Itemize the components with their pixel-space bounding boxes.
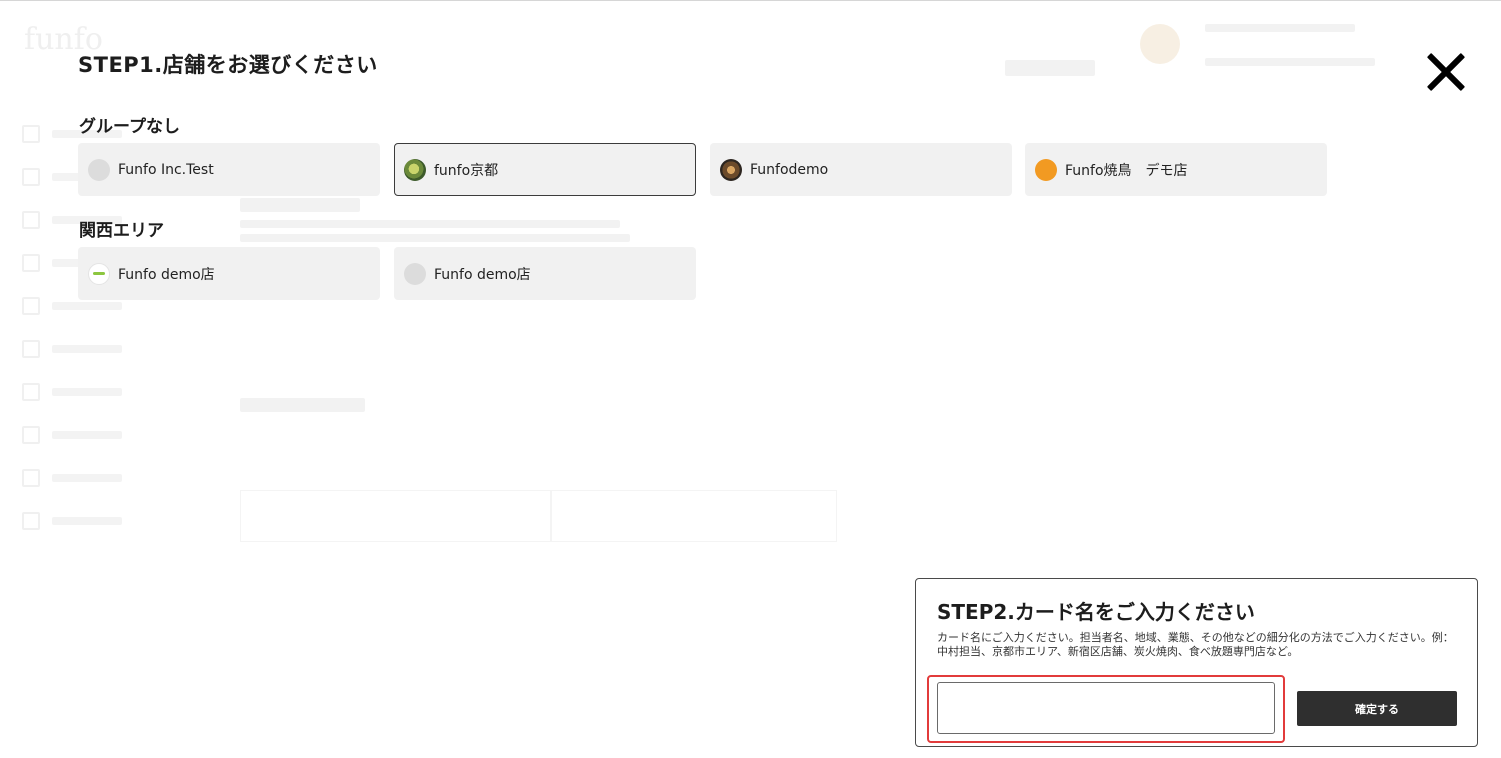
step1-title: STEP1.店舗をお選びください <box>78 53 378 77</box>
store-name: Funfo Inc.Test <box>118 161 214 178</box>
store-name: Funfodemo <box>750 161 829 178</box>
store-name: Funfo demo店 <box>434 266 531 283</box>
step2-panel: STEP2.カード名をご入力ください カード名にご入力ください。担当者名、地域、… <box>915 578 1478 747</box>
store-card[interactable]: Funfodemo <box>710 143 1012 196</box>
store-card[interactable]: Funfo焼鳥 デモ店 <box>1025 143 1327 196</box>
store-card[interactable]: Funfo demo店 <box>78 247 380 300</box>
confirm-button[interactable]: 確定する <box>1297 691 1457 726</box>
step2-description: カード名にご入力ください。担当者名、地域、業態、その他などの細分化の方法でご入力… <box>937 631 1454 658</box>
background-avatar <box>1140 24 1180 64</box>
step2-title: STEP2.カード名をご入力ください <box>937 600 1255 624</box>
store-name: Funfo焼鳥 デモ店 <box>1065 162 1188 179</box>
card-name-input[interactable] <box>937 682 1275 734</box>
store-name: Funfo demo店 <box>118 266 215 283</box>
store-logo-icon <box>404 158 426 181</box>
store-logo-icon <box>720 158 742 181</box>
group-title-none: グループなし <box>79 117 180 137</box>
store-card-selected[interactable]: funfo京都 <box>394 143 696 196</box>
close-icon[interactable] <box>1424 50 1468 94</box>
store-card[interactable]: Funfo Inc.Test <box>78 143 380 196</box>
store-logo-icon <box>1035 158 1057 181</box>
store-name: funfo京都 <box>434 162 499 179</box>
group-title-kansai: 関西エリア <box>79 221 164 241</box>
card-name-input-highlight <box>927 675 1285 743</box>
store-card[interactable]: Funfo demo店 <box>394 247 696 300</box>
store-logo-icon <box>88 262 110 285</box>
modal-top-border <box>0 0 1501 1</box>
store-logo-icon <box>88 158 110 181</box>
store-logo-icon <box>404 262 426 285</box>
